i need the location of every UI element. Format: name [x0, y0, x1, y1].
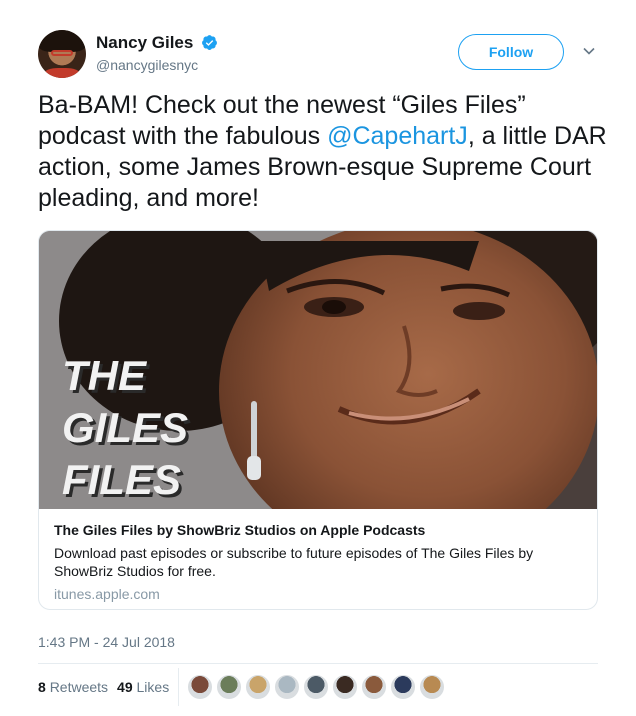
verified-badge-icon: [202, 35, 217, 50]
tweet-text: Ba-BAM! Check out the newest “Giles File…: [38, 90, 613, 214]
avatar-shirt: [44, 68, 80, 78]
card-image[interactable]: THE GILES FILES THE GILES FILES: [39, 231, 597, 509]
retweets-stat[interactable]: 8 Retweets: [38, 679, 108, 695]
card-domain: itunes.apple.com: [54, 586, 160, 602]
author-handle[interactable]: @nancygilesnyc: [96, 57, 198, 73]
liker-avatar[interactable]: [274, 674, 300, 700]
card-image-artwork: THE GILES FILES THE GILES FILES: [39, 231, 597, 509]
liker-avatar[interactable]: [332, 674, 358, 700]
author-name[interactable]: Nancy Giles: [96, 33, 193, 53]
retweets-count: 8: [38, 679, 46, 695]
card-description: Download past episodes or subscribe to f…: [54, 545, 534, 579]
chevron-down-icon[interactable]: [582, 44, 596, 58]
liker-avatar[interactable]: [419, 674, 445, 700]
link-card[interactable]: THE GILES FILES THE GILES FILES The Gile…: [38, 230, 598, 610]
likes-count: 49: [117, 679, 133, 695]
card-title[interactable]: The Giles Files by ShowBriz Studios on A…: [54, 522, 425, 538]
avatar-glasses: [51, 50, 73, 56]
follow-button[interactable]: Follow: [458, 34, 564, 70]
image-title-line: FILES: [62, 456, 181, 503]
liker-avatar[interactable]: [187, 674, 213, 700]
tweet-stats: 8 Retweets 49 Likes: [38, 679, 178, 695]
mention-link[interactable]: @CapehartJ: [327, 122, 468, 150]
liker-avatar[interactable]: [390, 674, 416, 700]
avatar[interactable]: [38, 30, 86, 78]
tweet-timestamp[interactable]: 1:43 PM - 24 Jul 2018: [38, 634, 175, 650]
retweets-label: Retweets: [49, 679, 109, 695]
image-title-line: THE: [62, 352, 148, 399]
liker-avatar[interactable]: [216, 674, 242, 700]
tweet-container: Nancy Giles @nancygilesnyc Follow Ba-BAM…: [0, 0, 636, 716]
liker-avatar[interactable]: [361, 674, 387, 700]
likers-avatars: [187, 674, 448, 702]
divider: [38, 663, 598, 664]
likes-label: Likes: [136, 679, 170, 695]
stats-divider: [178, 668, 179, 706]
liker-avatar[interactable]: [245, 674, 271, 700]
liker-avatar[interactable]: [303, 674, 329, 700]
likes-stat[interactable]: 49 Likes: [117, 679, 169, 695]
image-title-line: GILES: [62, 404, 188, 451]
avatar-hair: [38, 30, 86, 52]
